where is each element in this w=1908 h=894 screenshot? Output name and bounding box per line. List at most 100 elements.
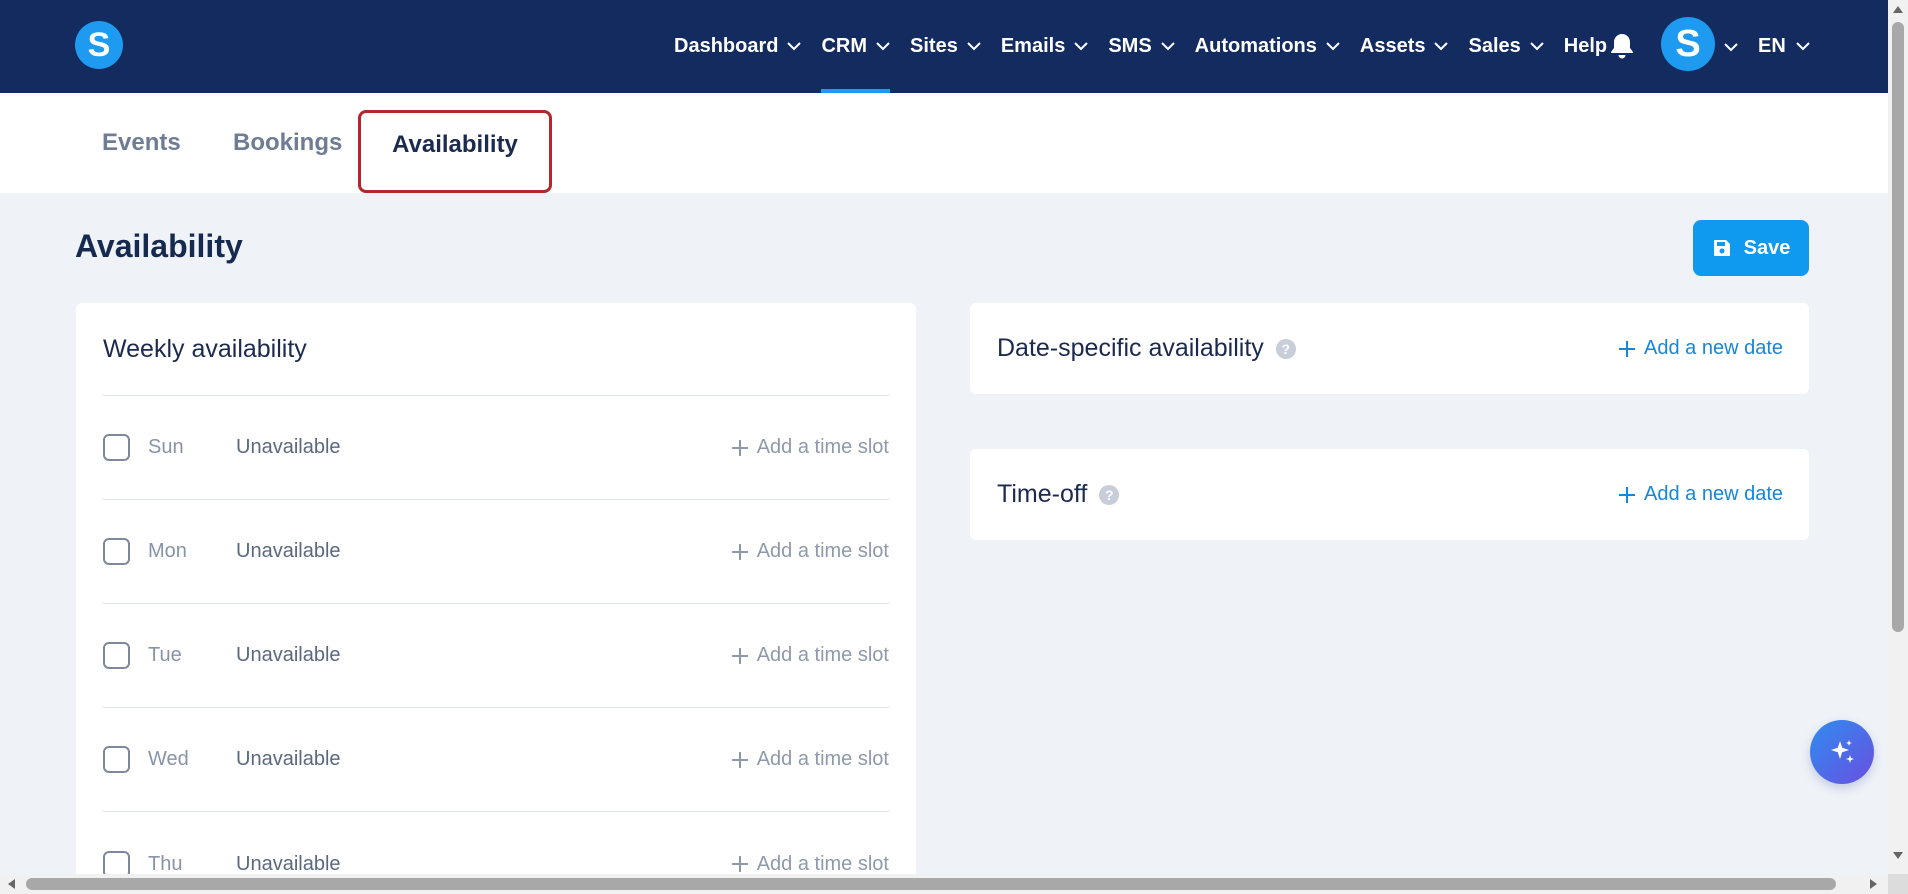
add-time-slot-label: Add a time slot bbox=[756, 436, 889, 458]
subtab-bar: Events Bookings Availability bbox=[0, 93, 1888, 193]
scroll-right-arrow-icon[interactable] bbox=[1870, 879, 1877, 889]
day-name: Tue bbox=[148, 644, 182, 666]
chevron-down-icon bbox=[787, 42, 802, 51]
nav-item-label: Dashboard bbox=[674, 35, 779, 57]
time-off-title-group: Time-off ? bbox=[997, 449, 1120, 540]
add-time-slot-button[interactable]: Add a time slot bbox=[731, 853, 889, 876]
save-icon bbox=[1712, 238, 1732, 258]
day-row-tue: Tue Unavailable Add a time slot bbox=[103, 604, 889, 708]
date-specific-title: Date-specific availability bbox=[997, 334, 1264, 362]
avatar-letter: S bbox=[1675, 22, 1701, 65]
plus-icon bbox=[731, 647, 748, 664]
day-name: Thu bbox=[148, 852, 183, 875]
add-time-slot-label: Add a time slot bbox=[756, 644, 889, 666]
weekly-availability-title: Weekly availability bbox=[103, 335, 307, 363]
top-navigation: S Dashboard CRM Sites Emails SMS Automat… bbox=[0, 0, 1888, 93]
nav-item-sms[interactable]: SMS bbox=[1098, 0, 1184, 93]
day-status: Unavailable bbox=[236, 852, 341, 875]
save-button[interactable]: Save bbox=[1693, 220, 1809, 276]
chevron-down-icon bbox=[1074, 42, 1089, 51]
add-new-date-label: Add a new date bbox=[1644, 483, 1783, 505]
day-checkbox-wed[interactable] bbox=[103, 746, 130, 773]
add-time-slot-button[interactable]: Add a time slot bbox=[731, 540, 889, 563]
chevron-down-icon bbox=[1326, 42, 1340, 51]
day-row-mon: Mon Unavailable Add a time slot bbox=[103, 500, 889, 604]
add-time-slot-label: Add a time slot bbox=[756, 748, 889, 770]
nav-item-label: SMS bbox=[1108, 35, 1152, 57]
add-new-date-button[interactable]: Add a new date bbox=[1618, 303, 1783, 394]
day-checkbox-mon[interactable] bbox=[103, 538, 130, 565]
scroll-left-arrow-icon[interactable] bbox=[8, 879, 15, 889]
nav-item-label: Sites bbox=[910, 35, 958, 57]
vertical-scroll-thumb[interactable] bbox=[1892, 22, 1904, 632]
nav-item-crm[interactable]: CRM bbox=[811, 0, 900, 93]
nav-item-sites[interactable]: Sites bbox=[900, 0, 991, 93]
day-status: Unavailable bbox=[236, 644, 341, 666]
tab-availability[interactable]: Availability bbox=[358, 110, 552, 193]
time-off-title: Time-off bbox=[997, 480, 1088, 508]
nav-item-help[interactable]: Help bbox=[1554, 0, 1617, 93]
add-time-slot-button[interactable]: Add a time slot bbox=[731, 436, 889, 459]
day-status: Unavailable bbox=[236, 436, 341, 458]
day-status: Unavailable bbox=[236, 540, 341, 562]
help-icon[interactable]: ? bbox=[1275, 338, 1296, 359]
help-icon[interactable]: ? bbox=[1099, 484, 1120, 505]
nav-item-label: Help bbox=[1563, 35, 1608, 57]
app-logo[interactable]: S bbox=[75, 21, 123, 69]
date-specific-availability-card: Date-specific availability ? Add a new d… bbox=[970, 303, 1809, 394]
plus-icon bbox=[731, 543, 748, 560]
nav-item-label: Emails bbox=[1000, 35, 1066, 57]
language-label: EN bbox=[1758, 35, 1786, 57]
add-time-slot-button[interactable]: Add a time slot bbox=[731, 644, 889, 667]
horizontal-scroll-thumb[interactable] bbox=[26, 878, 1836, 890]
scroll-up-arrow-icon[interactable] bbox=[1893, 6, 1903, 13]
sparkle-icon bbox=[1831, 740, 1854, 763]
nav-item-emails[interactable]: Emails bbox=[991, 0, 1098, 93]
nav-item-label: CRM bbox=[821, 35, 868, 57]
nav-item-dashboard[interactable]: Dashboard bbox=[664, 0, 811, 93]
save-label: Save bbox=[1743, 236, 1791, 259]
bell-icon[interactable] bbox=[1609, 32, 1635, 60]
vertical-scrollbar[interactable] bbox=[1888, 0, 1908, 894]
ai-assistant-button[interactable] bbox=[1810, 720, 1874, 784]
avatar[interactable]: S bbox=[1661, 17, 1715, 71]
tab-events[interactable]: Events bbox=[102, 93, 181, 193]
day-name: Mon bbox=[148, 540, 187, 562]
day-name: Sun bbox=[148, 436, 184, 458]
nav-item-label: Sales bbox=[1468, 35, 1521, 57]
scrollbar-corner bbox=[1888, 874, 1908, 894]
time-off-card: Time-off ? Add a new date bbox=[970, 449, 1809, 540]
tab-bookings[interactable]: Bookings bbox=[233, 93, 342, 193]
horizontal-scrollbar[interactable] bbox=[0, 874, 1888, 894]
date-specific-title-group: Date-specific availability ? bbox=[997, 303, 1296, 394]
day-checkbox-sun[interactable] bbox=[103, 434, 130, 461]
plus-icon bbox=[731, 751, 748, 768]
main-menu: Dashboard CRM Sites Emails SMS Automatio… bbox=[664, 0, 1617, 93]
page-title: Availability bbox=[75, 228, 243, 264]
plus-icon bbox=[731, 439, 748, 456]
chevron-down-icon bbox=[1434, 42, 1449, 51]
chevron-down-icon bbox=[1160, 42, 1175, 51]
nav-item-automations[interactable]: Automations bbox=[1185, 0, 1350, 93]
nav-item-sales[interactable]: Sales bbox=[1458, 0, 1553, 93]
weekly-availability-card: Weekly availability Sun Unavailable Add … bbox=[76, 303, 916, 894]
day-status: Unavailable bbox=[236, 748, 341, 770]
scroll-down-arrow-icon[interactable] bbox=[1893, 852, 1903, 859]
day-checkbox-tue[interactable] bbox=[103, 642, 130, 669]
chevron-down-icon[interactable] bbox=[1724, 39, 1738, 57]
nav-item-label: Automations bbox=[1194, 35, 1317, 57]
plus-icon bbox=[1619, 486, 1635, 503]
nav-item-assets[interactable]: Assets bbox=[1350, 0, 1459, 93]
chevron-down-icon bbox=[1796, 42, 1810, 51]
add-time-slot-button[interactable]: Add a time slot bbox=[731, 748, 889, 771]
day-name: Wed bbox=[148, 748, 189, 770]
nav-item-label: Assets bbox=[1359, 35, 1426, 57]
add-new-date-label: Add a new date bbox=[1644, 337, 1783, 359]
language-selector[interactable]: EN bbox=[1758, 0, 1810, 93]
add-time-off-date-button[interactable]: Add a new date bbox=[1618, 449, 1783, 540]
day-row-wed: Wed Unavailable Add a time slot bbox=[103, 708, 889, 812]
plus-icon bbox=[731, 856, 748, 872]
plus-icon bbox=[1619, 340, 1635, 357]
chevron-down-icon bbox=[876, 42, 890, 51]
chevron-down-icon bbox=[1530, 42, 1544, 51]
